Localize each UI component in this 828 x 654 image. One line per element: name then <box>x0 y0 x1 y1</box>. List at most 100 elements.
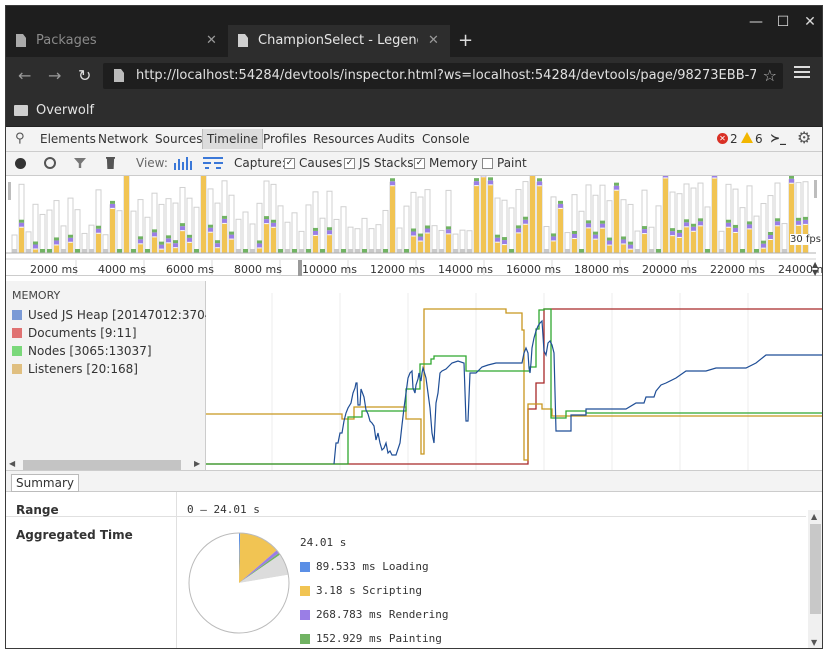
legend-used-js-heap[interactable]: Used JS Heap [20147012:37044624] <box>12 308 206 322</box>
frame-bar[interactable] <box>242 211 249 254</box>
record-button[interactable] <box>15 158 26 169</box>
trash-icon[interactable] <box>106 157 115 169</box>
scroll-left-arrow-icon[interactable]: ◀ <box>9 459 15 468</box>
scrollbar-thumb[interactable] <box>810 524 821 614</box>
memory-counters-graph[interactable] <box>206 293 823 470</box>
frame-bar[interactable] <box>130 210 137 254</box>
frame-bar[interactable] <box>74 209 81 254</box>
frame-bar-scripting <box>712 178 717 253</box>
frame-bar[interactable] <box>305 204 312 254</box>
error-count[interactable]: 2 <box>730 132 738 146</box>
left-window-handle[interactable] <box>8 182 11 200</box>
window-slider-handle[interactable] <box>298 260 302 276</box>
overview-bars-view-icon[interactable] <box>174 157 192 170</box>
frame-bar[interactable] <box>193 206 200 254</box>
frame-bar[interactable] <box>753 215 760 254</box>
frame-bar[interactable] <box>382 209 389 254</box>
back-button[interactable]: ← <box>18 66 31 85</box>
scroll-down-arrow-icon[interactable]: ▼ <box>811 638 817 647</box>
drawer-console-icon[interactable]: ≻_ <box>770 131 786 145</box>
tab-console[interactable]: Console <box>422 132 470 146</box>
scroll-up-arrow-icon[interactable]: ▲ <box>811 512 817 521</box>
close-window-button[interactable]: ✕ <box>798 12 822 32</box>
warning-icon[interactable] <box>741 132 753 143</box>
frame-bar[interactable] <box>375 224 382 254</box>
scrollbar-thumb[interactable] <box>23 460 181 470</box>
frame-bar[interactable] <box>291 212 298 254</box>
paint-checkbox[interactable] <box>482 158 493 169</box>
tab-summary[interactable]: Summary <box>11 474 79 492</box>
frame-bar[interactable] <box>508 207 515 254</box>
frame-bar[interactable] <box>88 224 95 254</box>
frame-bars-chart[interactable]: 2000 ms 4000 ms 6000 ms 8000 ms 10000 ms 1200… <box>6 176 823 276</box>
new-tab-button[interactable]: + <box>458 30 473 51</box>
maximize-button[interactable]: ☐ <box>771 12 795 32</box>
close-tab-icon[interactable]: ✕ <box>428 33 439 48</box>
inspect-search-icon[interactable]: ⚲ <box>15 131 25 146</box>
tab-elements[interactable]: Elements <box>40 132 96 146</box>
frame-bar[interactable] <box>319 217 326 254</box>
menu-icon[interactable] <box>794 66 810 80</box>
frame-bar[interactable] <box>116 210 123 254</box>
tab-sources[interactable]: Sources <box>155 132 202 146</box>
legend-nodes[interactable]: Nodes [3065:13037] <box>12 344 206 358</box>
scroll-down-arrow-icon[interactable]: ▼ <box>812 268 818 277</box>
error-icon[interactable]: ✕ <box>717 133 728 144</box>
frame-bar[interactable] <box>739 207 746 254</box>
forward-button[interactable]: → <box>48 66 61 85</box>
frame-bar[interactable] <box>781 223 788 254</box>
horizontal-scrollbar[interactable]: ◀ ▶ <box>9 459 203 470</box>
tab-audits[interactable]: Audits <box>377 132 415 146</box>
frame-bar[interactable] <box>60 225 67 254</box>
scroll-right-arrow-icon[interactable]: ▶ <box>194 459 200 468</box>
frame-bar[interactable] <box>606 200 613 254</box>
frame-bar[interactable] <box>655 205 662 254</box>
address-bar[interactable]: http://localhost:54284/devtools/inspecto… <box>103 63 783 89</box>
frame-bar[interactable] <box>235 218 242 254</box>
frame-bar[interactable] <box>578 210 585 254</box>
clear-icon[interactable] <box>44 157 56 169</box>
causes-checkbox[interactable]: ✓ <box>284 158 295 169</box>
frame-bar-other <box>306 249 311 253</box>
frame-bar-scripting <box>201 176 206 253</box>
frame-bar[interactable] <box>284 221 291 254</box>
close-tab-icon[interactable]: ✕ <box>206 33 217 48</box>
frame-bar-scripting <box>208 232 213 253</box>
frame-bar-other <box>117 249 122 253</box>
frame-bar[interactable] <box>249 223 256 254</box>
frame-bar[interactable] <box>144 216 151 254</box>
frame-bar[interactable] <box>39 213 46 254</box>
frame-bar[interactable] <box>431 225 438 254</box>
frame-bar[interactable] <box>340 206 347 254</box>
js-stacks-checkbox[interactable]: ✓ <box>344 158 355 169</box>
tab-resources[interactable]: Resources <box>313 132 374 146</box>
minimize-button[interactable]: — <box>744 12 768 32</box>
frame-bar[interactable] <box>53 200 60 254</box>
tab-network[interactable]: Network <box>98 132 148 146</box>
frame-bar-scripting <box>173 248 178 253</box>
frame-bar[interactable] <box>704 206 711 254</box>
frame-bar[interactable] <box>46 209 53 254</box>
legend-listeners[interactable]: Listeners [20:168] <box>12 362 206 376</box>
flame-chart-view-icon[interactable] <box>203 157 223 170</box>
vertical-scrollbar[interactable]: ▲ ▼ <box>808 510 822 648</box>
frame-bar-painting <box>474 178 479 182</box>
frame-bar[interactable] <box>361 217 368 254</box>
tab-championselect[interactable]: ChampionSelect - Legend... ✕ <box>228 25 450 57</box>
legend-documents[interactable]: Documents [9:11] <box>12 326 206 340</box>
right-window-handle[interactable] <box>814 180 817 198</box>
bookmark-folder-overwolf[interactable]: Overwolf <box>36 103 94 118</box>
settings-gear-icon[interactable]: ⚙ <box>797 128 811 147</box>
memory-checkbox[interactable]: ✓ <box>414 158 425 169</box>
frame-bar[interactable] <box>333 218 340 254</box>
timeline-overview[interactable]: 2000 ms 4000 ms 6000 ms 8000 ms 10000 ms 1200… <box>6 176 823 277</box>
filter-icon[interactable] <box>74 158 86 168</box>
tab-profiles[interactable]: Profiles <box>263 132 307 146</box>
tab-timeline[interactable]: Timeline <box>202 129 264 149</box>
frame-bar[interactable] <box>403 205 410 254</box>
tab-packages[interactable]: Packages ✕ <box>6 25 228 57</box>
bookmark-star-icon[interactable]: ☆ <box>763 66 777 85</box>
frame-bar[interactable] <box>277 205 284 254</box>
reload-button[interactable]: ↻ <box>78 66 91 85</box>
warning-count[interactable]: 6 <box>755 132 763 146</box>
